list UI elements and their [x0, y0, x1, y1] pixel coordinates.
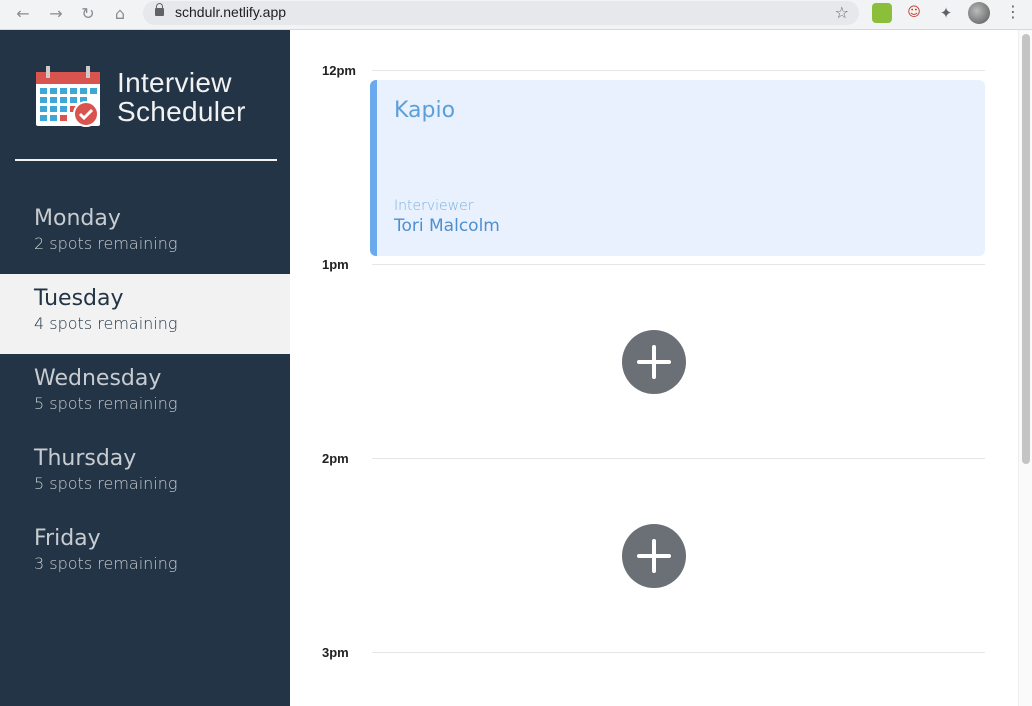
time-label: 2pm: [322, 451, 349, 466]
student-name: Kapio: [394, 98, 456, 123]
app-title-line1: Interview: [117, 67, 232, 98]
schedule: 12pm Kapio Interviewer Tori Malcolm 1pm …: [290, 30, 1018, 706]
day-spots: 3 spots remaining: [34, 554, 178, 573]
app-title-line2: Scheduler: [117, 96, 246, 127]
calendar-logo-icon: [36, 66, 100, 127]
day-name: Thursday: [34, 446, 137, 471]
url-text[interactable]: schdulr.netlify.app: [175, 4, 286, 20]
day-spots: 4 spots remaining: [34, 314, 178, 333]
extension-face-icon[interactable]: ☺: [904, 3, 924, 23]
forward-arrow-icon[interactable]: →: [45, 3, 67, 25]
menu-kebab-icon[interactable]: ⋮: [1005, 2, 1021, 21]
day-item-thursday[interactable]: Thursday 5 spots remaining: [0, 434, 290, 514]
page-scrollbar[interactable]: [1018, 30, 1032, 706]
time-separator: [372, 264, 985, 265]
day-name: Tuesday: [34, 286, 124, 311]
lock-icon: [155, 3, 164, 16]
back-arrow-icon[interactable]: ←: [12, 3, 34, 25]
day-spots: 5 spots remaining: [34, 474, 178, 493]
time-label: 3pm: [322, 645, 349, 660]
day-spots: 2 spots remaining: [34, 234, 178, 253]
day-name: Wednesday: [34, 366, 162, 391]
address-bar[interactable]: schdulr.netlify.app ☆: [143, 1, 859, 25]
day-item-monday[interactable]: Monday 2 spots remaining: [0, 194, 290, 274]
time-label: 12pm: [322, 63, 356, 78]
day-spots: 5 spots remaining: [34, 394, 178, 413]
profile-avatar[interactable]: [968, 2, 990, 24]
day-name: Friday: [34, 526, 101, 551]
appointment-card[interactable]: Kapio Interviewer Tori Malcolm: [370, 80, 985, 256]
time-separator: [372, 458, 985, 459]
time-separator: [372, 70, 985, 71]
sidebar-divider: [15, 159, 277, 161]
interviewer-name: Tori Malcolm: [394, 216, 500, 236]
scrollbar-thumb[interactable]: [1022, 34, 1030, 464]
interviewer-label: Interviewer: [394, 198, 474, 214]
home-icon[interactable]: ⌂: [109, 3, 131, 25]
browser-toolbar: ← → ↻ ⌂ schdulr.netlify.app ☆ ☺ ✦ ⋮: [0, 0, 1032, 30]
time-separator: [372, 652, 985, 653]
day-name: Monday: [34, 206, 121, 231]
extension-icon[interactable]: [872, 3, 892, 23]
bookmark-star-icon[interactable]: ☆: [835, 3, 849, 22]
sidebar: Interview Scheduler Monday 2 spots remai…: [0, 30, 290, 706]
app-title: Interview Scheduler: [117, 68, 246, 126]
add-appointment-button[interactable]: [622, 330, 686, 394]
time-label: 1pm: [322, 257, 349, 272]
day-item-tuesday[interactable]: Tuesday 4 spots remaining: [0, 274, 290, 354]
day-item-wednesday[interactable]: Wednesday 5 spots remaining: [0, 354, 290, 434]
add-appointment-button[interactable]: [622, 524, 686, 588]
day-item-friday[interactable]: Friday 3 spots remaining: [0, 514, 290, 594]
reload-icon[interactable]: ↻: [77, 3, 99, 25]
extensions-puzzle-icon[interactable]: ✦: [936, 3, 956, 23]
